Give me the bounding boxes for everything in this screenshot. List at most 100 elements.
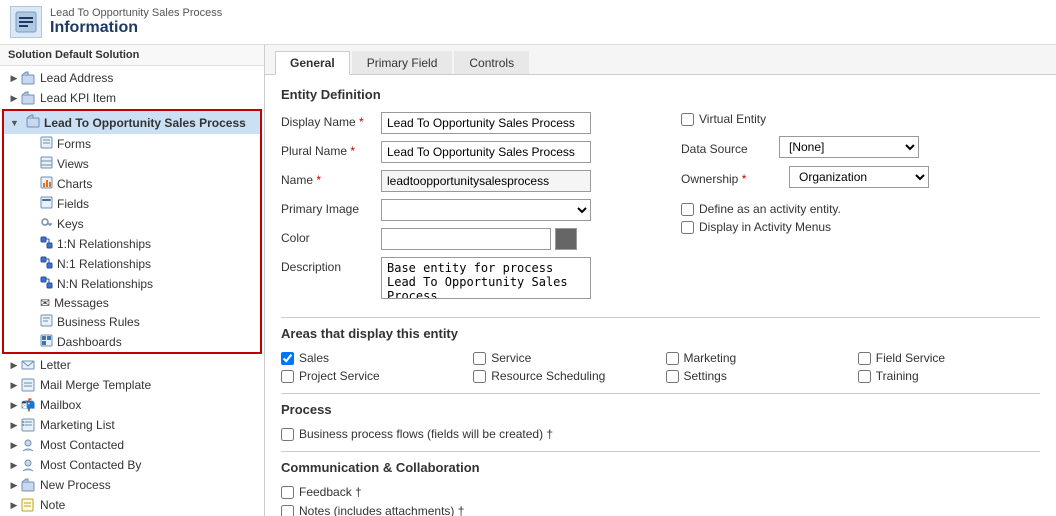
plural-name-input[interactable]: Lead To Opportunity Sales Process	[381, 141, 591, 163]
tab-primary-field[interactable]: Primary Field	[352, 51, 453, 74]
ownership-select[interactable]: Organization	[789, 166, 929, 188]
contacts-icon	[20, 437, 36, 453]
define-activity-checkbox[interactable]	[681, 203, 694, 216]
sidebar-label: Letter	[40, 358, 71, 372]
header-breadcrumb: Lead To Opportunity Sales Process	[50, 7, 222, 19]
sidebar-item-mailbox[interactable]: ▶ 📬 Mailbox	[0, 395, 264, 415]
name-row: Name * leadtoopportunitysalesprocess	[281, 170, 641, 192]
sidebar-item-lead-address[interactable]: ▶ Lead Address	[0, 68, 264, 88]
sidebar-item-lead-opp-sales[interactable]: ▼ Lead To Opportunity Sales Process	[4, 111, 260, 134]
list-icon	[20, 417, 36, 433]
sidebar-item-1n-rel[interactable]: 1:N Relationships	[4, 234, 260, 254]
area-sales-label: Sales	[299, 351, 329, 365]
arrow-icon: ▶	[8, 399, 20, 411]
description-row: Description Base entity for process Lead…	[281, 257, 641, 302]
sidebar-label: N:1 Relationships	[57, 257, 151, 271]
sidebar-item-most-contacted[interactable]: ▶ Most Contacted	[0, 435, 264, 455]
display-activity-row: Display in Activity Menus	[681, 220, 1040, 234]
form-area: Entity Definition Display Name * Lead To…	[265, 75, 1056, 516]
area-service-checkbox[interactable]	[473, 352, 486, 365]
area-resource-scheduling: Resource Scheduling	[473, 369, 655, 383]
sidebar-label: Dashboards	[57, 335, 122, 349]
description-label: Description	[281, 257, 381, 274]
display-activity-checkbox[interactable]	[681, 221, 694, 234]
forms-icon	[40, 136, 53, 152]
form-two-col: Display Name * Lead To Opportunity Sales…	[281, 112, 1040, 309]
sidebar: Solution Default Solution ▶ Lead Address…	[0, 45, 265, 516]
fields-icon	[40, 196, 53, 212]
comm-title: Communication & Collaboration	[281, 460, 1040, 475]
sidebar-label: Marketing List	[40, 418, 115, 432]
sidebar-label: Lead KPI Item	[40, 91, 116, 105]
sidebar-item-charts[interactable]: Charts	[4, 174, 260, 194]
sidebar-item-keys[interactable]: Keys	[4, 214, 260, 234]
feedback-label: Feedback †	[299, 485, 362, 499]
sidebar-item-views[interactable]: Views	[4, 154, 260, 174]
area-field-service-checkbox[interactable]	[858, 352, 871, 365]
feedback-checkbox[interactable]	[281, 486, 294, 499]
sidebar-tree[interactable]: ▶ Lead Address ▶ Lead KPI Item	[0, 66, 264, 516]
views-icon	[40, 156, 53, 172]
sidebar-item-messages[interactable]: ✉ Messages	[4, 294, 260, 312]
header-icon	[10, 6, 42, 38]
notes-label: Notes (includes attachments) †	[299, 504, 464, 516]
relationship-icon	[40, 236, 53, 252]
area-marketing: Marketing	[666, 351, 848, 365]
color-text-input[interactable]	[381, 228, 551, 250]
display-name-input[interactable]: Lead To Opportunity Sales Process	[381, 112, 591, 134]
virtual-entity-row: Virtual Entity	[681, 112, 1040, 126]
sidebar-item-letter[interactable]: ▶ Letter	[0, 355, 264, 375]
contacts-icon	[20, 457, 36, 473]
define-activity-row: Define as an activity entity.	[681, 202, 1040, 216]
divider-1	[281, 317, 1040, 318]
arrow-icon: ▶	[8, 459, 20, 471]
sidebar-label: Messages	[54, 296, 109, 310]
data-source-select[interactable]: [None]	[779, 136, 919, 158]
sidebar-item-forms[interactable]: Forms	[4, 134, 260, 154]
sidebar-label: New Process	[40, 478, 111, 492]
area-sales-checkbox[interactable]	[281, 352, 294, 365]
right-form: Virtual Entity Data Source [None] Owners…	[651, 112, 1040, 309]
sidebar-item-most-contacted-by[interactable]: ▶ Most Contacted By	[0, 455, 264, 475]
relationship-icon	[40, 276, 53, 292]
header-title: Information	[50, 19, 222, 37]
area-resource-scheduling-checkbox[interactable]	[473, 370, 486, 383]
virtual-entity-checkbox[interactable]	[681, 113, 694, 126]
header-text: Lead To Opportunity Sales Process Inform…	[50, 7, 222, 37]
entity-definition-title: Entity Definition	[281, 87, 1040, 102]
mail-merge-icon	[20, 377, 36, 393]
primary-image-select-wrapper	[381, 199, 641, 221]
sidebar-item-nn-rel[interactable]: N:N Relationships	[4, 274, 260, 294]
sidebar-item-n1-rel[interactable]: N:1 Relationships	[4, 254, 260, 274]
sidebar-item-lead-kpi[interactable]: ▶ Lead KPI Item	[0, 88, 264, 108]
bpf-checkbox[interactable]	[281, 428, 294, 441]
name-input[interactable]: leadtoopportunitysalesprocess	[381, 170, 591, 192]
area-marketing-checkbox[interactable]	[666, 352, 679, 365]
description-textarea[interactable]: Base entity for process Lead To Opportun…	[381, 257, 591, 299]
tab-controls[interactable]: Controls	[454, 51, 529, 74]
primary-image-select[interactable]	[381, 199, 591, 221]
ownership-row: Ownership * Organization	[681, 166, 1040, 188]
area-field-service-label: Field Service	[876, 351, 945, 365]
content-area: General Primary Field Controls Entity De…	[265, 45, 1056, 516]
sidebar-label: Lead To Opportunity Sales Process	[44, 116, 246, 130]
sidebar-item-marketing-list[interactable]: ▶ Marketing List	[0, 415, 264, 435]
arrow-icon: ▶	[8, 499, 20, 511]
area-settings-checkbox[interactable]	[666, 370, 679, 383]
sidebar-item-dashboards[interactable]: Dashboards	[4, 332, 260, 352]
area-project-service-label: Project Service	[299, 369, 380, 383]
color-swatch[interactable]	[555, 228, 577, 250]
primary-image-label: Primary Image	[281, 199, 381, 216]
area-project-service-checkbox[interactable]	[281, 370, 294, 383]
sidebar-item-business-rules[interactable]: Business Rules	[4, 312, 260, 332]
notes-checkbox[interactable]	[281, 505, 294, 516]
color-label: Color	[281, 228, 381, 245]
sidebar-label: N:N Relationships	[57, 277, 153, 291]
sidebar-item-fields[interactable]: Fields	[4, 194, 260, 214]
area-training-checkbox[interactable]	[858, 370, 871, 383]
tab-general[interactable]: General	[275, 51, 350, 75]
sidebar-item-mail-merge[interactable]: ▶ Mail Merge Template	[0, 375, 264, 395]
left-form: Display Name * Lead To Opportunity Sales…	[281, 112, 641, 309]
sidebar-item-new-process[interactable]: ▶ New Process	[0, 475, 264, 495]
sidebar-item-note[interactable]: ▶ Note	[0, 495, 264, 515]
